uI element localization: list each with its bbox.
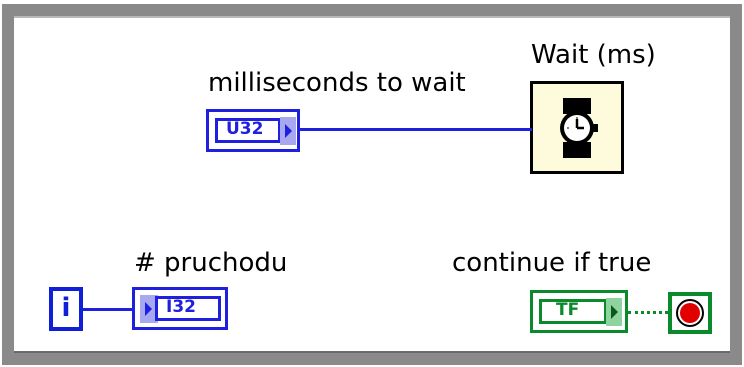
iterations-indicator[interactable]: I32 [132,287,228,330]
ms-control-label: milliseconds to wait [208,68,466,98]
iteration-terminal[interactable]: i [49,287,83,331]
loop-condition-terminal[interactable] [668,292,712,334]
wire-condition [628,311,668,314]
stop-sign-icon [676,299,704,327]
ms-control-type: U32 [215,118,281,143]
ms-to-wait-control[interactable]: U32 [206,109,300,152]
wristwatch-icon [560,98,598,158]
wait-ms-node[interactable] [530,81,624,174]
iterations-indicator-type: I32 [155,296,221,321]
condition-control-type: TF [539,299,607,324]
wire-ms-to-wait [300,128,532,131]
wait-node-title: Wait (ms) [531,40,656,70]
continue-if-true-control[interactable]: TF [530,290,628,333]
iteration-terminal-symbol: i [61,293,71,323]
output-arrow-icon [280,117,296,145]
iterations-indicator-label: # pruchodu [134,248,288,278]
condition-control-label: continue if true [452,248,652,278]
output-arrow-icon [606,298,622,326]
wire-iteration [83,308,134,311]
